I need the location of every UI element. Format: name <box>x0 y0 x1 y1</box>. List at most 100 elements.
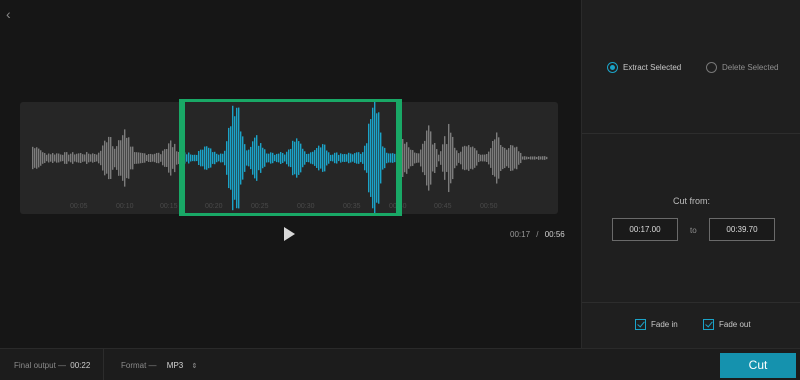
waveform-bar <box>152 154 154 162</box>
checkbox-checked-icon <box>703 319 714 330</box>
waveform-bar <box>514 147 516 169</box>
play-button[interactable] <box>281 226 297 242</box>
bottom-bar: Final output — 00:22 Format — MP3 ⇕ <box>0 348 800 380</box>
waveform-bar <box>140 152 142 164</box>
waveform-bar <box>450 132 452 184</box>
waveform-bar <box>44 153 46 163</box>
waveform-bar <box>154 153 156 163</box>
waveform-bar <box>156 152 158 164</box>
waveform-bar <box>460 151 462 165</box>
waveform-bar <box>542 156 544 160</box>
waveform-bar <box>500 145 502 171</box>
waveform-bar <box>406 142 408 174</box>
format-select[interactable]: Format — MP3 ⇕ <box>121 361 197 370</box>
waveform-bar <box>454 147 456 169</box>
waveform-bar <box>84 154 86 162</box>
waveform-bar <box>40 150 42 166</box>
waveform-bar <box>166 149 168 167</box>
chevron-left-icon: ‹ <box>6 6 11 22</box>
waveform-bar <box>76 153 78 163</box>
waveform-bar <box>422 143 424 173</box>
waveform-bar <box>488 151 490 165</box>
waveform-bar <box>74 154 76 162</box>
waveform-bar <box>516 146 518 170</box>
fade-in-checkbox[interactable]: Fade in <box>635 319 678 330</box>
waveform-bar <box>444 136 446 180</box>
editor-area: ‹ 00:05 00:10 00:15 00:20 00:25 00:30 00:35 00:… <box>0 0 581 348</box>
waveform-bar <box>456 150 458 166</box>
waveform-bar <box>80 152 82 164</box>
waveform-bar <box>92 153 94 163</box>
total-duration: 00:56 <box>544 230 565 239</box>
waveform-bar <box>532 156 534 160</box>
final-output-value: 00:22 <box>70 361 91 370</box>
timeline-tick-label: 00:05 <box>70 203 88 210</box>
final-output-label: Final output — <box>14 361 67 370</box>
waveform-bar <box>504 147 506 169</box>
divider <box>103 349 104 380</box>
waveform-bar <box>32 146 34 170</box>
waveform-bar <box>520 152 522 164</box>
waveform-bar <box>436 149 438 167</box>
waveform-bar <box>108 136 110 180</box>
waveform-bar <box>416 153 418 163</box>
waveform-bar <box>170 140 172 176</box>
waveform-bar <box>404 143 406 173</box>
waveform-bar <box>442 144 444 172</box>
delete-selected-radio[interactable]: Delete Selected <box>706 61 778 73</box>
waveform-bar <box>50 154 52 162</box>
waveform-bar <box>120 140 122 176</box>
waveform-bar <box>146 154 148 162</box>
cut-button[interactable]: Cut <box>720 353 796 378</box>
waveform-bar <box>112 146 114 170</box>
waveform-bar <box>540 156 542 160</box>
timeline-tick-label: 00:10 <box>116 203 134 210</box>
waveform-bar <box>48 153 50 163</box>
waveform-bar <box>68 154 70 162</box>
waveform-bar <box>434 142 436 174</box>
waveform-bar <box>480 154 482 162</box>
selection-range[interactable] <box>179 99 402 216</box>
waveform-bar <box>72 152 74 164</box>
current-time: 00:17 <box>510 230 531 239</box>
waveform-bar <box>502 146 504 170</box>
extract-selected-radio[interactable]: Extract Selected <box>607 61 681 73</box>
waveform-bar <box>176 151 178 165</box>
waveform-bar <box>448 123 450 193</box>
waveform-bar <box>64 152 66 164</box>
waveform-bar <box>512 145 514 171</box>
waveform-bar <box>496 132 498 184</box>
waveform-bar <box>106 142 108 174</box>
waveform-bar <box>478 153 480 163</box>
waveform-bar <box>440 151 442 165</box>
waveform-bar <box>118 140 120 176</box>
cut-start-input[interactable]: 00:17.00 <box>612 218 678 241</box>
cut-from-label: Cut from: <box>672 196 710 206</box>
fade-section <box>582 302 800 348</box>
selection-end-handle[interactable] <box>396 99 402 216</box>
waveform-bar <box>70 153 72 163</box>
waveform-bar <box>544 156 546 160</box>
waveform-bar <box>134 152 136 164</box>
waveform-bar <box>122 135 124 181</box>
waveform-bar <box>432 144 434 172</box>
waveform-bar <box>508 148 510 168</box>
waveform-bar <box>78 153 80 163</box>
cut-end-input[interactable]: 00:39.70 <box>709 218 775 241</box>
timeline-tick-label: 00:15 <box>160 203 178 210</box>
waveform-bar <box>158 152 160 164</box>
radio-unchecked-icon <box>706 61 717 73</box>
back-button[interactable]: ‹ <box>6 6 20 22</box>
waveform-bar <box>54 154 56 162</box>
waveform-bar <box>160 154 162 162</box>
waveform-bar <box>528 156 530 160</box>
waveform-bar <box>148 154 150 162</box>
waveform-bar <box>426 130 428 186</box>
selection-start-handle[interactable] <box>179 99 185 216</box>
waveform-bar <box>510 145 512 171</box>
waveform-bar <box>518 151 520 165</box>
waveform-bar <box>524 156 526 160</box>
fade-out-checkbox[interactable]: Fade out <box>703 319 751 330</box>
waveform-bar <box>428 125 430 191</box>
waveform-bar <box>90 154 92 162</box>
